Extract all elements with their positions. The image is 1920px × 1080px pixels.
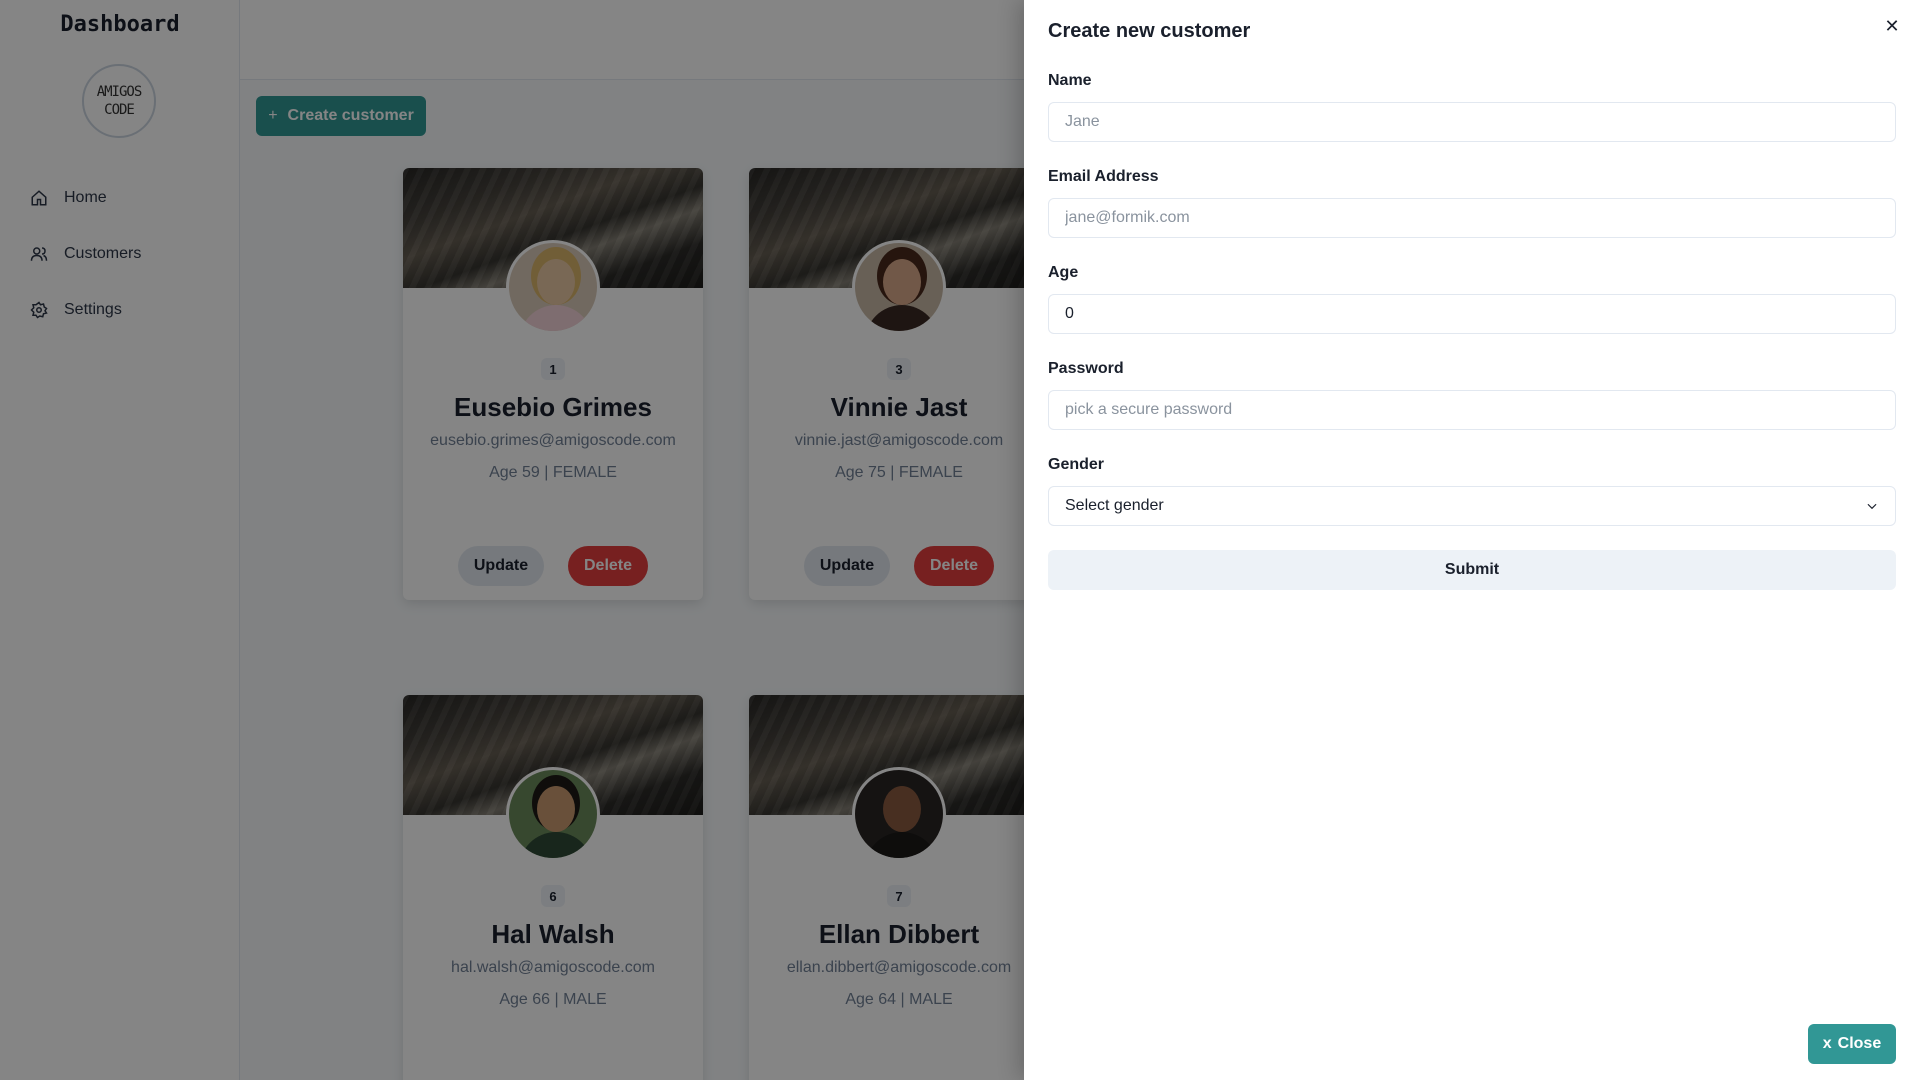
chevron-down-icon [1867,503,1877,510]
email-input[interactable] [1048,198,1896,238]
create-customer-drawer: Create new customer ✕ Name Email Address… [1024,0,1920,1080]
gender-select-value: Select gender [1065,497,1164,514]
email-label: Email Address [1048,168,1159,185]
gender-label: Gender [1048,456,1105,473]
age-label: Age [1048,264,1079,281]
submit-button[interactable]: Submit [1048,550,1896,590]
close-x-icon: x [1822,1035,1832,1052]
password-label: Password [1048,360,1124,377]
password-input[interactable] [1048,390,1896,430]
gender-select[interactable]: Select gender [1048,486,1896,526]
age-input[interactable] [1048,294,1896,334]
name-label: Name [1048,72,1092,89]
close-icon[interactable]: ✕ [1880,14,1904,38]
close-button[interactable]: x Close [1808,1024,1896,1064]
drawer-title: Create new customer [1048,20,1251,42]
close-button-label: Close [1837,1035,1882,1052]
name-input[interactable] [1048,102,1896,142]
